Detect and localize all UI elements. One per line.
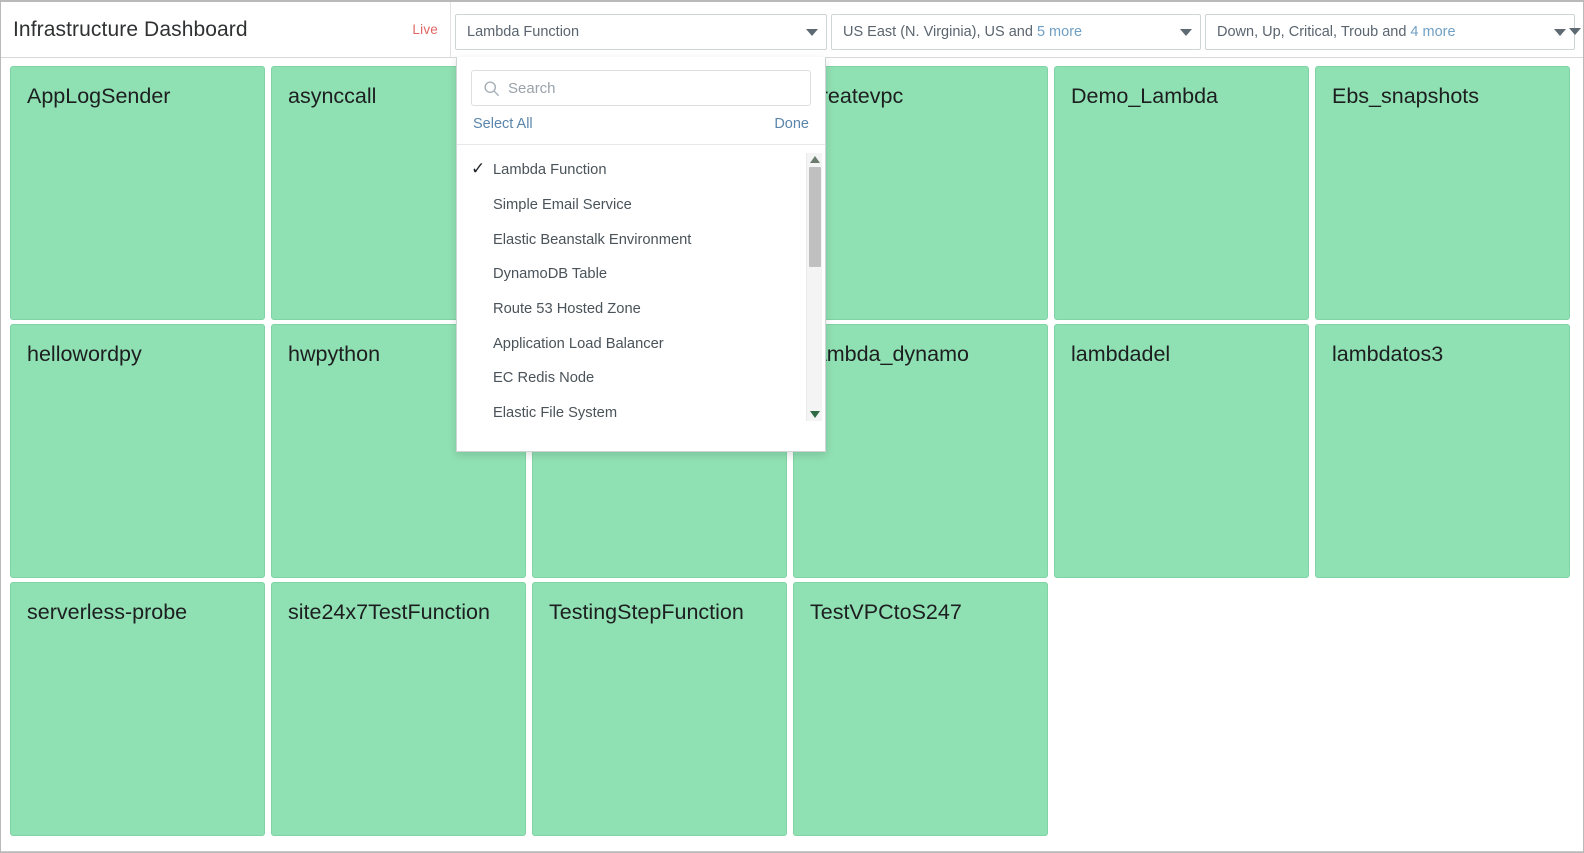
dropdown-search-box[interactable]	[471, 70, 811, 106]
dropdown-option-label: Application Load Balancer	[493, 336, 664, 352]
resource-tile[interactable]: lambdadel	[1054, 324, 1309, 578]
dropdown-option-list: ✓ Lambda Function Simple Email Service Elas…	[457, 145, 825, 451]
dropdown-option[interactable]: Elastic File System	[457, 396, 825, 431]
page-title: Infrastructure Dashboard	[13, 18, 248, 42]
title-zone: Infrastructure Dashboard Live	[1, 2, 451, 57]
resource-tile-label: createvpc	[810, 83, 1033, 111]
resource-tile-label: lambdatos3	[1332, 341, 1555, 369]
search-icon	[483, 80, 500, 97]
dropdown-option[interactable]: EC Redis Node	[457, 361, 825, 396]
resource-tile-label: lambda_dynamo	[810, 341, 1033, 369]
check-icon: ✓	[471, 160, 485, 177]
dropdown-option-label: Elastic File System	[493, 405, 617, 421]
window-bottom-rule	[1, 851, 1584, 852]
resource-tile-label: serverless-probe	[27, 599, 250, 627]
dropdown-option-label: Route 53 Hosted Zone	[493, 301, 641, 317]
dashboard-header: Infrastructure Dashboard Live Lambda Fun…	[1, 2, 1584, 58]
live-status-badge: Live	[412, 22, 438, 37]
resource-tile[interactable]: createvpc	[793, 66, 1048, 320]
resource-tile-label: TestingStepFunction	[549, 599, 772, 627]
dropdown-option[interactable]: ✓ Lambda Function	[457, 153, 825, 188]
filter-resource-type-value: Lambda Function	[467, 24, 798, 40]
resource-tile-label: TestVPCtoS247	[810, 599, 1033, 627]
resource-tile[interactable]: hellowordpy	[10, 324, 265, 578]
resource-tile-label: Demo_Lambda	[1071, 83, 1294, 111]
resource-tile[interactable]: TestVPCtoS247	[793, 582, 1048, 836]
resource-tile-label: site24x7TestFunction	[288, 599, 511, 627]
chevron-down-icon	[806, 29, 818, 36]
filter-resource-type[interactable]: Lambda Function	[455, 14, 827, 50]
resource-tile[interactable]: Demo_Lambda	[1054, 66, 1309, 320]
filter-region[interactable]: US East (N. Virginia), US and 5 more	[831, 14, 1201, 50]
resource-type-dropdown-panel: Select All Done ✓ Lambda Function Simple E…	[456, 57, 826, 452]
resource-tile-label: lambdadel	[1071, 341, 1294, 369]
resource-tile[interactable]: lambdatos3	[1315, 324, 1570, 578]
search-input[interactable]	[506, 79, 810, 98]
dropdown-option[interactable]: Simple Email Service	[457, 188, 825, 223]
dashboard-app: Infrastructure Dashboard Live Lambda Fun…	[0, 0, 1584, 853]
filter-region-more: 5 more	[1037, 24, 1082, 40]
done-link[interactable]: Done	[774, 116, 809, 132]
resource-tile[interactable]: Ebs_snapshots	[1315, 66, 1570, 320]
resource-tile[interactable]: serverless-probe	[10, 582, 265, 836]
filter-status-more: 4 more	[1410, 24, 1455, 40]
dropdown-option[interactable]: Application Load Balancer	[457, 326, 825, 361]
resource-tile-label: AppLogSender	[27, 83, 250, 111]
dropdown-option[interactable]: Elastic Beanstalk Environment	[457, 222, 825, 257]
chevron-down-icon	[1180, 29, 1192, 36]
resource-tile[interactable]: lambda_dynamo	[793, 324, 1048, 578]
dropdown-option[interactable]: Route 53 Hosted Zone	[457, 292, 825, 327]
dropdown-actions: Select All Done	[457, 115, 825, 145]
dropdown-option-label: Simple Email Service	[493, 197, 632, 213]
resource-tile-label: hellowordpy	[27, 341, 250, 369]
filter-status[interactable]: Down, Up, Critical, Troub and 4 more	[1205, 14, 1575, 50]
filter-region-value: US East (N. Virginia), US and 5 more	[843, 24, 1172, 40]
resource-tile-label: Ebs_snapshots	[1332, 83, 1555, 111]
dropdown-option-label: DynamoDB Table	[493, 266, 607, 282]
resource-tile[interactable]: AppLogSender	[10, 66, 265, 320]
resource-tile[interactable]: site24x7TestFunction	[271, 582, 526, 836]
dropdown-option-label: EC Redis Node	[493, 370, 594, 386]
select-all-link[interactable]: Select All	[473, 116, 533, 132]
dropdown-option-label: Elastic Beanstalk Environment	[493, 232, 691, 248]
page-options-chevron-down-icon[interactable]	[1569, 28, 1581, 35]
dropdown-option-label: Lambda Function	[493, 162, 607, 178]
dropdown-search-wrap	[457, 57, 825, 115]
dropdown-option[interactable]: DynamoDB Table	[457, 257, 825, 292]
chevron-down-icon	[1554, 29, 1566, 36]
filter-status-value: Down, Up, Critical, Troub and 4 more	[1217, 24, 1546, 40]
resource-tile[interactable]: TestingStepFunction	[532, 582, 787, 836]
